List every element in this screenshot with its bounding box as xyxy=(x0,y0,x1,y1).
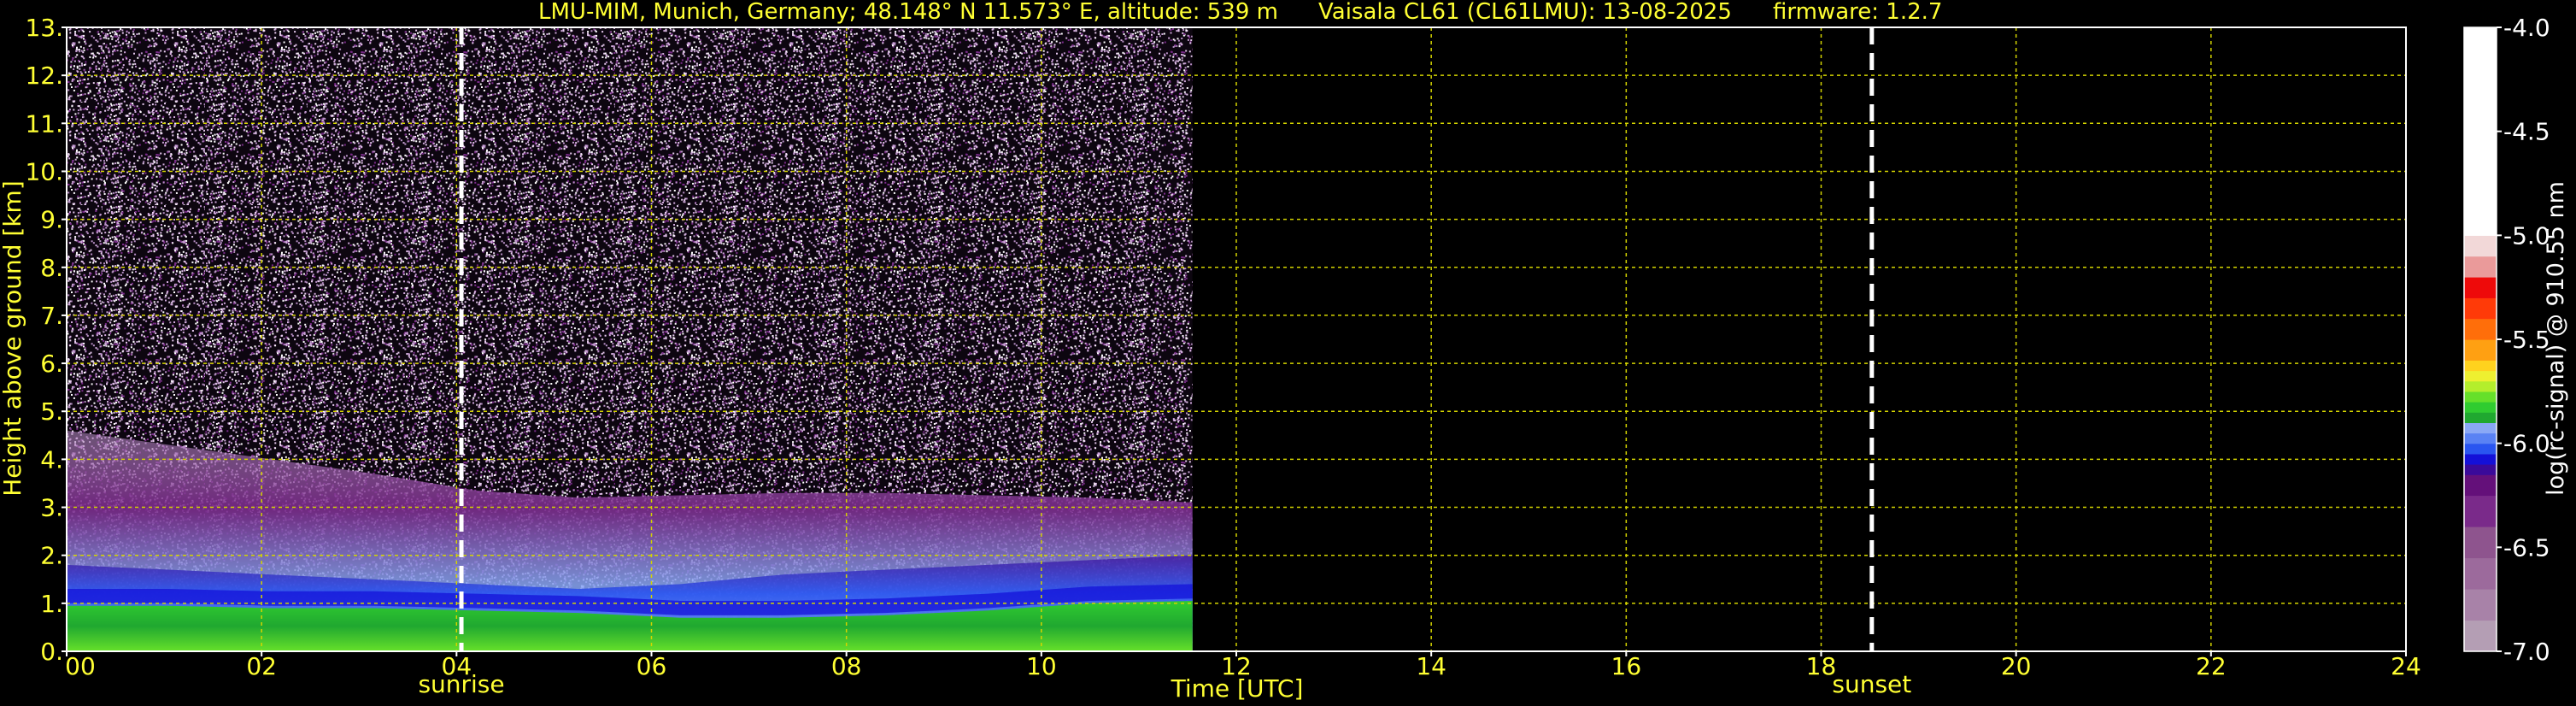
y-tick-label: 6. xyxy=(40,350,63,378)
colorbar-band xyxy=(2464,527,2497,559)
colorbar-tick-label: -4.0 xyxy=(2503,14,2550,42)
x-tick-label: 10 xyxy=(1026,652,1057,680)
colorbar-tick-label: -6.5 xyxy=(2503,533,2550,562)
title-location: LMU-MIM, Munich, Germany; 48.148° N 11.5… xyxy=(538,0,1278,25)
y-tick-label: 5. xyxy=(40,397,63,426)
colorbar-band xyxy=(2464,443,2497,455)
x-tick-label: 20 xyxy=(2001,652,2032,680)
colorbar-band xyxy=(2464,297,2497,320)
y-tick-label: 8. xyxy=(40,254,63,282)
x-tick-label: 08 xyxy=(831,652,862,680)
y-tick-label: 3. xyxy=(40,494,63,522)
colorbar-band xyxy=(2464,277,2497,298)
colorbar-band xyxy=(2464,412,2497,423)
colorbar-band xyxy=(2464,453,2497,465)
y-tick-label: 13. xyxy=(25,14,63,42)
title-firmware: firmware: 1.2.7 xyxy=(1773,0,1942,25)
colorbar-band xyxy=(2464,474,2497,497)
colorbar-band xyxy=(2464,256,2497,278)
x-tick-label: 00 xyxy=(65,652,96,680)
colorbar-bands xyxy=(2464,27,2497,652)
ceilometer-figure: 00 02 04 06 08 10 12 14 16 18 20 22 24 0.1.2.3.4.5.6… xyxy=(0,0,2569,703)
y-tick-label: 2. xyxy=(40,542,63,570)
y-tick-label: 12. xyxy=(25,62,63,90)
colorbar: -4.0-4.5-5.0-5.5-6.0-6.5-7.0 log(rc-sign… xyxy=(2463,14,2569,666)
y-axis: 0. 1. 2. 3. 4. 5. 6. 7. 8. 9. 10. 11. 12. 13. xyxy=(25,14,67,666)
colorbar-band xyxy=(2464,495,2497,527)
colorbar-band xyxy=(2464,360,2497,372)
colorbar-label: log(rc-signal) @ 910.55 nm xyxy=(2543,181,2569,496)
sunset-label: sunset xyxy=(1832,670,1911,698)
y-tick-label: 9. xyxy=(40,206,63,234)
colorbar-band xyxy=(2464,620,2497,652)
y-tick-label: 10. xyxy=(25,157,63,185)
y-tick-label: 7. xyxy=(40,302,63,330)
colorbar-band xyxy=(2464,422,2497,434)
y-tick-label: 11. xyxy=(25,109,63,138)
y-axis-label: Height above ground [km] xyxy=(0,180,26,497)
colorbar-tick-label: -7.0 xyxy=(2503,638,2550,666)
colorbar-band xyxy=(2464,318,2497,340)
colorbar-band xyxy=(2464,464,2497,475)
x-tick-label: 06 xyxy=(637,652,667,680)
x-tick-label: 14 xyxy=(1416,652,1446,680)
x-tick-label: 16 xyxy=(1611,652,1642,680)
colorbar-band xyxy=(2464,235,2497,257)
x-tick-label: 22 xyxy=(2196,652,2227,680)
colorbar-band xyxy=(2464,589,2497,621)
x-axis-label: Time [UTC] xyxy=(1171,674,1304,703)
sunrise-label: sunrise xyxy=(418,670,504,698)
colorbar-band xyxy=(2464,402,2497,413)
x-tick-label: 24 xyxy=(2391,652,2421,680)
colorbar-band xyxy=(2464,339,2497,361)
x-tick-label: 02 xyxy=(246,652,277,680)
colorbar-band xyxy=(2464,380,2497,392)
colorbar-band xyxy=(2464,391,2497,403)
colorbar-tick-label: -4.5 xyxy=(2503,118,2550,146)
colorbar-band xyxy=(2464,432,2497,444)
y-tick-label: 1. xyxy=(40,590,63,618)
y-tick-label: 0. xyxy=(40,638,63,666)
colorbar-band xyxy=(2464,370,2497,382)
backscatter-heatmap xyxy=(67,27,1193,651)
colorbar-band xyxy=(2464,557,2497,590)
title-instrument: Vaisala CL61 (CL61LMU): 13-08-2025 xyxy=(1318,0,1732,25)
colorbar-band xyxy=(2464,27,2497,236)
y-tick-label: 4. xyxy=(40,445,63,474)
